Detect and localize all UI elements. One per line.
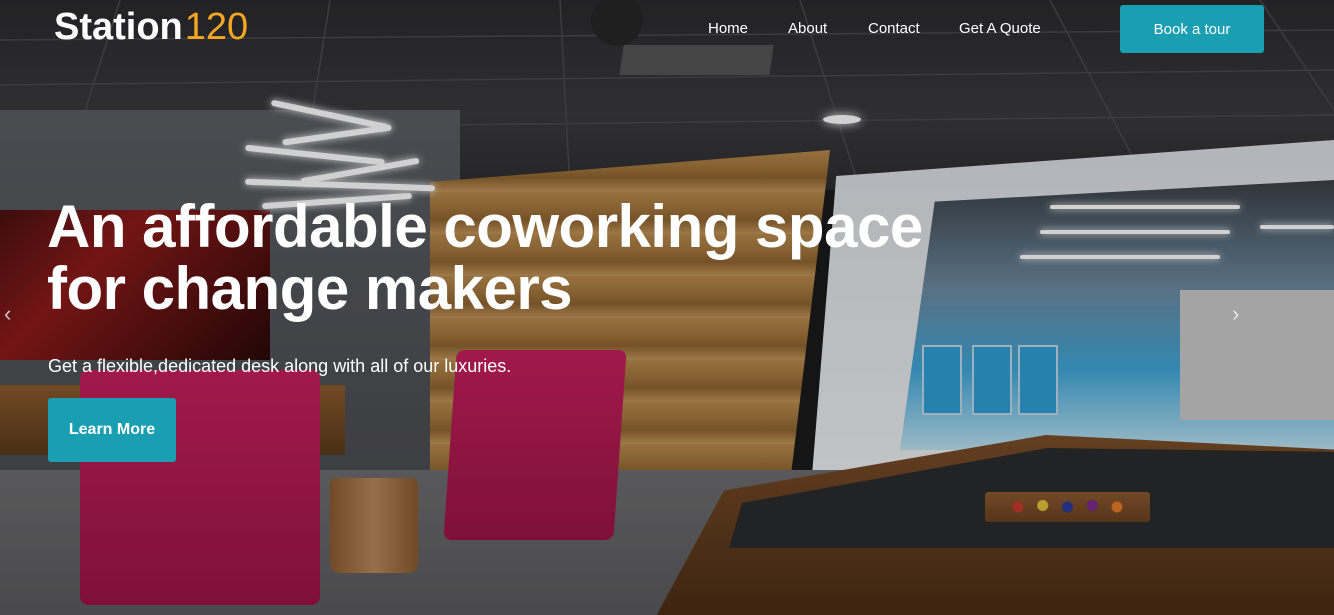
carousel-prev-arrow-icon[interactable]: ‹ (4, 303, 24, 325)
logo-number: 120 (184, 6, 249, 48)
top-navbar: Station120 Home About Contact Get A Quot… (0, 0, 1334, 60)
book-a-tour-button[interactable]: Book a tour (1120, 5, 1264, 53)
nav-link-contact[interactable]: Contact (868, 20, 920, 38)
hero-headline: An affordable coworking space for change… (47, 196, 947, 320)
hero-headline-line-2: for change makers (47, 255, 573, 322)
nav-link-about[interactable]: About (788, 20, 827, 38)
hero-headline-line-1: An affordable coworking space (47, 193, 923, 260)
nav-link-get-a-quote[interactable]: Get A Quote (959, 20, 1041, 38)
learn-more-button[interactable]: Learn More (48, 398, 176, 462)
site-logo[interactable]: Station120 (54, 6, 248, 48)
carousel-next-arrow-icon[interactable]: › (1232, 303, 1252, 325)
logo-text: Station (54, 6, 183, 48)
hero-subline: Get a flexible,dedicated desk along with… (48, 356, 512, 376)
nav-link-home[interactable]: Home (708, 20, 748, 38)
